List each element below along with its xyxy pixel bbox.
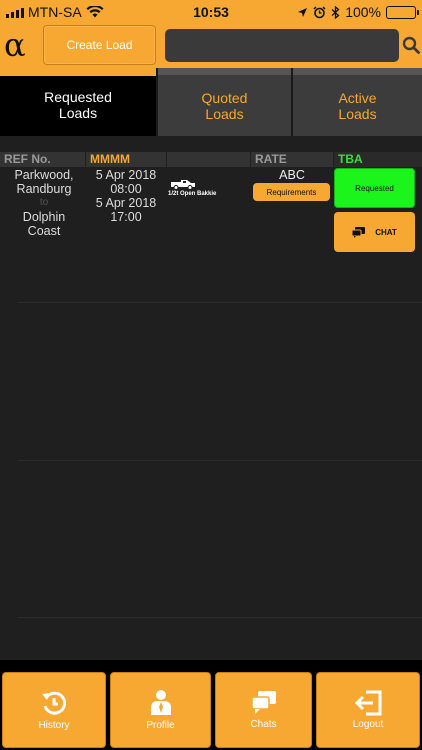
route-to-word: to	[39, 197, 49, 208]
loads-list: REF No. MMMM RATE TBA Parkwood, Randburg…	[0, 136, 422, 660]
bluetooth-icon	[331, 5, 340, 19]
status-right: 100%	[297, 4, 419, 20]
date-cell: 5 Apr 2018 08:00 5 Apr 2018 17:00	[86, 168, 166, 224]
rate-value: ABC	[279, 168, 305, 182]
profile-icon	[150, 690, 171, 715]
top-bar: α Create Load	[0, 24, 422, 68]
chat-icon	[352, 226, 366, 238]
delivery-time: 17:00	[110, 210, 142, 224]
vehicle-cell: 1/2t Open Bakkie	[168, 178, 228, 197]
active-tab-indicator	[0, 68, 156, 76]
header-vehicle	[167, 152, 250, 167]
route-to: Dolphin Coast	[22, 210, 66, 238]
load-tabs: Requested Loads Quoted Loads Active Load…	[0, 68, 422, 136]
logout-icon	[354, 690, 382, 716]
tab-label: Active Loads	[338, 89, 377, 122]
tab-label: Requested Loads	[44, 89, 112, 121]
location-icon	[298, 7, 308, 17]
vehicle-label: 1/2t Open Bakkie	[168, 191, 217, 197]
alarm-icon	[313, 5, 326, 18]
bakkie-truck-icon	[171, 180, 195, 190]
header-date: MMMM	[86, 152, 166, 167]
battery-percent: 100%	[345, 4, 381, 20]
chats-button[interactable]: Chats	[215, 672, 312, 748]
pickup-date: 5 Apr 2018	[95, 168, 157, 182]
search-icon[interactable]	[402, 36, 420, 54]
pickup-time: 08:00	[110, 182, 142, 196]
history-icon	[42, 691, 67, 715]
requirements-button[interactable]: Requirements	[253, 183, 330, 201]
route-cell: Parkwood, Randburg to Dolphin Coast	[0, 168, 88, 238]
status-bar: MTN-SA 10:53 100%	[0, 0, 422, 24]
delivery-date: 5 Apr 2018	[95, 196, 157, 210]
tab-quoted-loads[interactable]: Quoted Loads	[158, 68, 291, 136]
table-header: REF No. MMMM RATE TBA	[0, 152, 422, 167]
chat-button[interactable]: CHAT	[334, 212, 415, 252]
header-ref: REF No.	[0, 152, 85, 167]
requested-status-button[interactable]: Requested	[334, 168, 415, 208]
tab-label: Quoted Loads	[201, 89, 248, 122]
logout-label: Logout	[352, 719, 384, 730]
grid-divider	[18, 617, 422, 618]
bottom-nav: History Profile Chats Logout	[0, 660, 422, 750]
logout-button[interactable]: Logout	[316, 672, 420, 748]
history-button[interactable]: History	[2, 672, 106, 748]
alpha-logo: α	[4, 26, 26, 64]
tab-active-loads[interactable]: Active Loads	[293, 68, 422, 136]
profile-button[interactable]: Profile	[110, 672, 211, 748]
chat-label: CHAT	[375, 227, 397, 237]
chats-icon	[250, 691, 276, 714]
header-status: TBA	[334, 152, 422, 167]
chats-label: Chats	[250, 719, 277, 730]
search-input[interactable]	[165, 29, 399, 62]
create-load-button[interactable]: Create Load	[43, 25, 156, 65]
header-rate: RATE	[251, 152, 333, 167]
grid-divider	[18, 460, 422, 461]
history-label: History	[38, 720, 70, 731]
grid-divider	[18, 302, 422, 303]
battery-icon	[386, 5, 419, 19]
profile-label: Profile	[146, 720, 175, 731]
tab-requested-loads[interactable]: Requested Loads	[0, 68, 156, 136]
route-from: Parkwood, Randburg	[14, 168, 74, 196]
